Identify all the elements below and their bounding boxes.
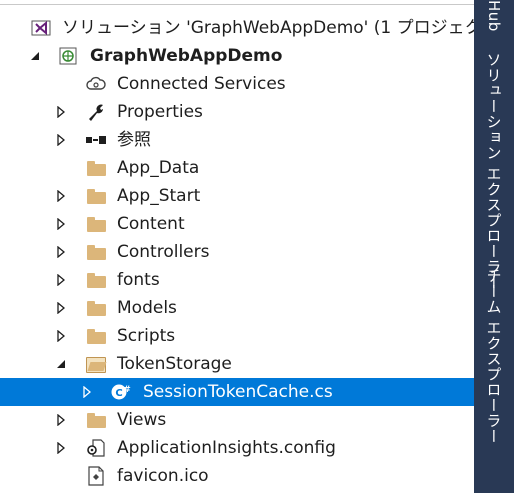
expand-arrow-icon[interactable] [56,105,66,119]
tree-item-label: Content [117,214,185,234]
tree-item-content[interactable]: Content [0,210,474,238]
tab-team-explorer[interactable]: チーム エクスプローラー [474,268,514,448]
tree-item-references[interactable]: 参照 [0,126,474,154]
tree-item-favicon[interactable]: favicon.ico [0,462,474,490]
folder-open-icon [85,354,107,374]
tree-item-label: App_Start [117,186,201,206]
tree-item-label: Properties [117,102,203,122]
tab-hub-label: Hub [485,0,503,32]
folder-icon [85,186,107,206]
expand-arrow-icon[interactable] [56,217,66,231]
expand-arrow-icon[interactable] [56,273,66,287]
tree-item-properties[interactable]: Properties [0,98,474,126]
side-tab-strip: Hub ソリューション エクスプローラー チーム エクスプローラー [474,0,514,493]
expand-arrow-icon[interactable] [82,385,92,399]
tree-item-label: TokenStorage [117,354,232,374]
tree-item-fonts[interactable]: fonts [0,266,474,294]
tree-item-token-storage[interactable]: TokenStorage [0,350,474,378]
project-node[interactable]: GraphWebAppDemo [0,42,474,70]
tree-item-controllers[interactable]: Controllers [0,238,474,266]
solution-explorer-tree: ソリューション 'GraphWebAppDemo' (1 プロジェクト) Gra… [0,0,474,493]
folder-icon [85,270,107,290]
tree-item-label: SessionTokenCache.cs [143,382,333,402]
folder-icon [85,242,107,262]
expand-arrow-icon[interactable] [56,329,66,343]
tree-item-label: favicon.ico [117,466,209,486]
tree-item-models[interactable]: Models [0,294,474,322]
config-file-icon [85,438,107,458]
folder-icon [85,158,107,178]
project-label: GraphWebAppDemo [90,46,283,66]
expand-arrow-icon[interactable] [56,413,66,427]
tab-solution-explorer[interactable]: ソリューション エクスプローラー [474,52,514,290]
references-icon [85,130,107,150]
collapse-arrow-icon[interactable] [30,49,40,63]
tree-item-label: Connected Services [117,74,286,94]
expand-arrow-icon[interactable] [56,301,66,315]
folder-icon [85,298,107,318]
tree-item-label: Views [117,410,167,430]
visual-studio-solution-icon [30,18,52,38]
tree-item-app-start[interactable]: App_Start [0,182,474,210]
tree-item-label: ApplicationInsights.config [117,438,336,458]
collapse-arrow-icon[interactable] [56,357,66,371]
csharp-file-icon: C # [111,382,133,402]
tree-item-label: Scripts [117,326,176,346]
folder-icon [85,410,107,430]
web-project-globe-icon [58,46,80,66]
tab-team-explorer-label: チーム エクスプローラー [484,268,503,444]
tree-item-label: App_Data [117,158,200,178]
expand-arrow-icon[interactable] [56,441,66,455]
cloud-icon [85,74,107,94]
expand-arrow-icon[interactable] [56,133,66,147]
wrench-icon [85,102,107,122]
expand-arrow-icon[interactable] [56,189,66,203]
svg-text:#: # [123,385,131,395]
solution-label: ソリューション 'GraphWebAppDemo' (1 プロジェクト) [62,18,474,38]
tree-item-label: Controllers [117,242,210,262]
tab-solution-explorer-label: ソリューション エクスプローラー [484,52,503,290]
tree-item-connected-services[interactable]: Connected Services [0,70,474,98]
tree-item-label: 参照 [117,130,151,150]
top-divider [0,0,474,5]
solution-node[interactable]: ソリューション 'GraphWebAppDemo' (1 プロジェクト) [0,14,474,42]
folder-icon [85,214,107,234]
tree-item-label: fonts [117,270,160,290]
tree-item-views[interactable]: Views [0,406,474,434]
tree-item-session-token-cache[interactable]: C # SessionTokenCache.cs [0,378,474,406]
tab-hub[interactable]: Hub [474,0,514,40]
tree-item-application-insights-config[interactable]: ApplicationInsights.config [0,434,474,462]
folder-icon [85,326,107,346]
svg-text:C: C [115,388,122,399]
expand-arrow-icon[interactable] [56,245,66,259]
tree-item-app-data[interactable]: App_Data [0,154,474,182]
tree-item-label: Models [117,298,177,318]
tree-item-scripts[interactable]: Scripts [0,322,474,350]
ico-file-icon [85,466,107,486]
